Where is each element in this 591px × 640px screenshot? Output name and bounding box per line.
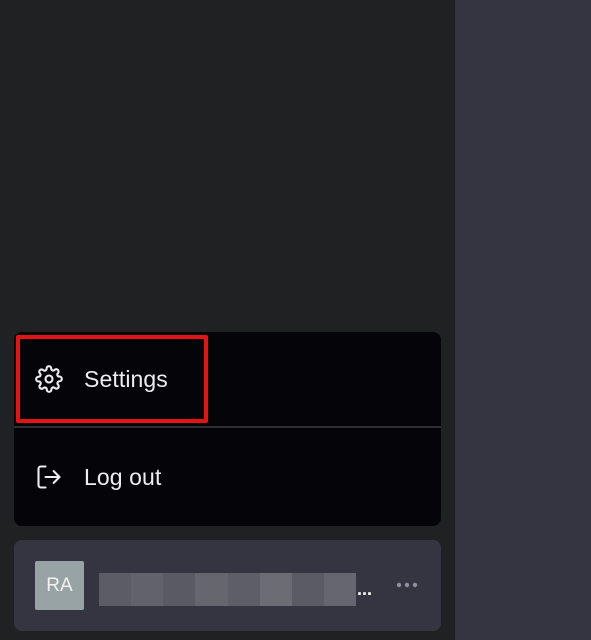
redacted-block (131, 573, 164, 606)
redacted-block (259, 573, 292, 606)
redacted-block (99, 573, 132, 606)
main-area (455, 0, 591, 640)
settings-menu-item[interactable]: Settings (14, 332, 441, 426)
account-popup-menu: Settings Log out (14, 332, 441, 526)
logout-label: Log out (84, 463, 162, 490)
more-options-button[interactable] (392, 570, 422, 600)
redacted-block (195, 573, 228, 606)
settings-label: Settings (84, 365, 168, 392)
redacted-block (163, 573, 196, 606)
page: Settings Log out RA ... (0, 0, 591, 640)
redacted-block (323, 573, 356, 606)
avatar: RA (35, 561, 84, 610)
user-account-button[interactable]: RA ... (14, 540, 441, 631)
gear-icon (34, 364, 64, 394)
logout-menu-item[interactable]: Log out (14, 428, 441, 526)
sidebar: Settings Log out RA ... (0, 0, 455, 640)
username-redacted (99, 573, 356, 606)
more-horizontal-icon (395, 576, 419, 594)
logout-icon (34, 462, 64, 492)
username: ... (99, 573, 374, 606)
redacted-block (227, 573, 260, 606)
username-ellipsis: ... (357, 579, 373, 599)
redacted-block (291, 573, 324, 606)
